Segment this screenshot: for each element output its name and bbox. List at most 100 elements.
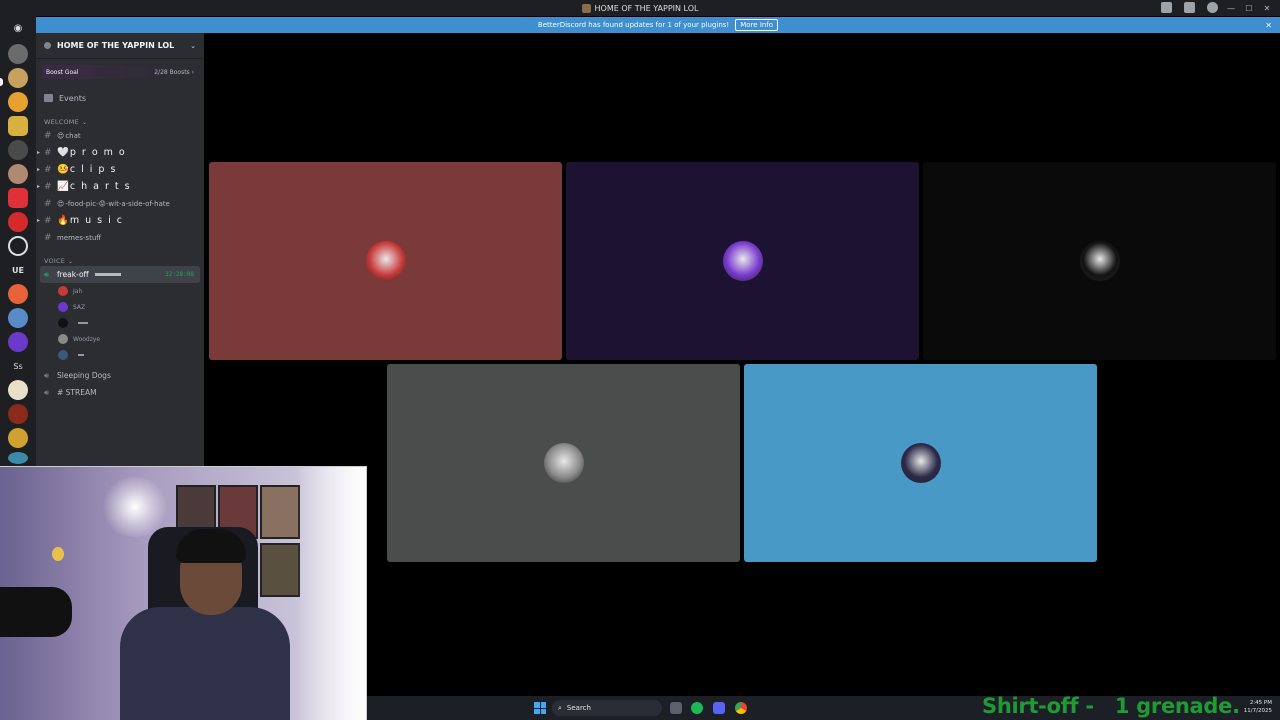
server-icon[interactable] <box>8 188 28 208</box>
hash-icon: # <box>44 232 52 243</box>
voice-channel-stream[interactable]: 🔊︎ # STREAM <box>40 384 200 401</box>
category-voice[interactable]: VOICE ⌄ <box>36 256 204 266</box>
chrome-icon[interactable] <box>735 702 747 714</box>
voice-user[interactable]: Woodzye <box>36 331 204 347</box>
channel-emoji: 🤒 <box>57 164 69 175</box>
server-icon-ss[interactable]: Ss <box>8 356 28 376</box>
channel-label: c h a r t s <box>69 181 132 192</box>
participant-tile[interactable] <box>566 162 919 360</box>
channel-charts[interactable]: ▸ # 📈 c h a r t s <box>36 178 204 195</box>
boost-goal[interactable]: Boost Goal 2/28 Boosts › <box>42 65 198 79</box>
server-icon[interactable] <box>8 452 28 464</box>
selected-server-pill <box>0 78 3 86</box>
avatar <box>58 302 68 312</box>
search-placeholder: Search <box>566 704 591 712</box>
server-icon[interactable] <box>8 44 28 64</box>
boost-count: 2/28 Boosts › <box>154 68 194 76</box>
taskbar-clock[interactable]: 2:45 PM 11/7/2025 <box>1244 699 1272 715</box>
server-icon[interactable] <box>8 116 28 136</box>
window-title: HOME OF THE YAPPIN LOL <box>581 3 698 13</box>
webcam-person <box>120 607 290 720</box>
voice-user[interactable]: Jah <box>36 283 204 299</box>
window-titlebar: HOME OF THE YAPPIN LOL — ☐ ✕ <box>0 0 1280 16</box>
channel-chat[interactable]: # 😍 chat <box>36 127 204 144</box>
avatar <box>543 443 584 483</box>
discord-home-icon[interactable]: ◉ <box>8 18 28 38</box>
participant-tile[interactable] <box>923 162 1276 360</box>
channel-music[interactable]: ▸ # 🔥 m u s i c <box>36 212 204 229</box>
server-icon[interactable] <box>8 332 28 352</box>
notice-close-icon[interactable]: ✕ <box>1265 21 1272 30</box>
server-icon[interactable] <box>8 236 28 256</box>
avatar <box>58 350 68 360</box>
server-badge-icon <box>44 42 51 49</box>
voice-channel-label: freak-off <box>57 270 89 279</box>
close-button[interactable]: ✕ <box>1258 4 1276 13</box>
channel-emoji: 🔥 <box>57 215 69 226</box>
taskbar-search[interactable]: ⌕ Search <box>552 700 662 716</box>
category-welcome[interactable]: WELCOME ⌄ <box>36 117 204 127</box>
voice-timer: 32:28:08 <box>165 271 194 278</box>
channel-food-pic[interactable]: # 😍 -food-pic-😡-wit-a-side-of-hate <box>36 195 204 212</box>
channel-promo[interactable]: ▸ # 🤍 p r o m o <box>36 144 204 161</box>
server-icon[interactable] <box>8 308 28 328</box>
server-icon[interactable] <box>8 428 28 448</box>
participant-tile[interactable] <box>387 364 740 562</box>
task-view-icon[interactable] <box>670 702 682 714</box>
server-icon[interactable] <box>8 68 28 88</box>
minimize-button[interactable]: — <box>1222 4 1240 13</box>
channel-label: m u s i c <box>69 215 124 226</box>
voice-user[interactable]: SAZ <box>36 299 204 315</box>
window-controls: — ☐ ✕ <box>1222 0 1276 16</box>
channel-label: p r o m o <box>69 147 127 158</box>
webcam-poster <box>260 485 300 539</box>
server-name: HOME OF THE YAPPIN LOL <box>57 41 175 50</box>
webcam-microphone <box>0 587 72 637</box>
discord-icon[interactable] <box>713 702 725 714</box>
more-info-button[interactable]: More Info <box>735 19 779 31</box>
voice-user-name: Jah <box>73 287 83 295</box>
maximize-button[interactable]: ☐ <box>1240 4 1258 13</box>
avatar <box>722 241 763 281</box>
server-header[interactable]: HOME OF THE YAPPIN LOL ⌄ <box>36 33 204 59</box>
chevron-down-icon: ⌄ <box>190 41 196 50</box>
avatar <box>58 318 68 328</box>
help-icon[interactable] <box>1207 2 1218 13</box>
voice-user-name: SAZ <box>73 303 86 311</box>
clock-time: 2:45 PM <box>1249 700 1272 706</box>
webcam-window-light <box>296 467 366 720</box>
hash-icon: # <box>44 164 54 175</box>
calendar-icon <box>44 94 53 102</box>
server-icon-ue[interactable]: UE <box>8 260 28 280</box>
windows-start-icon[interactable] <box>534 702 546 714</box>
avatar <box>58 334 68 344</box>
server-list: ◉ UE Ss <box>0 16 36 466</box>
voice-user-name: Woodzye <box>73 335 101 343</box>
server-icon[interactable] <box>8 92 28 112</box>
server-icon[interactable] <box>8 380 28 400</box>
voice-channel-sleeping-dogs[interactable]: 🔊︎ Sleeping Dogs <box>40 367 200 384</box>
thread-arrow-icon: ▸ <box>37 149 42 156</box>
server-icon[interactable] <box>8 212 28 232</box>
spotify-icon[interactable] <box>691 702 703 714</box>
participant-tile[interactable] <box>744 364 1097 562</box>
channel-memes-stuff[interactable]: # memes-stuff <box>36 229 204 246</box>
server-icon[interactable] <box>8 284 28 304</box>
hash-icon: # <box>44 147 54 158</box>
channel-clips[interactable]: ▸ # 🤒 c l i p s <box>36 161 204 178</box>
server-icon[interactable] <box>8 140 28 160</box>
participant-tile[interactable] <box>209 162 562 360</box>
thread-arrow-icon: ▸ <box>37 166 42 173</box>
webcam-poster <box>260 543 300 597</box>
monitor-icon[interactable] <box>1184 2 1195 13</box>
inbox-icon[interactable] <box>1161 2 1172 13</box>
channel-label: -food-pic-😡-wit-a-side-of-hate <box>65 199 170 208</box>
voice-channel-freak-off[interactable]: 🔊︎ freak-off 32:28:08 <box>40 266 200 283</box>
voice-user[interactable] <box>36 315 204 331</box>
thread-arrow-icon: ▸ <box>37 217 42 224</box>
channel-sidebar: HOME OF THE YAPPIN LOL ⌄ Boost Goal 2/28… <box>36 33 204 466</box>
events-item[interactable]: Events <box>36 91 204 105</box>
server-icon[interactable] <box>8 164 28 184</box>
server-icon[interactable] <box>8 404 28 424</box>
voice-user[interactable] <box>36 347 204 363</box>
